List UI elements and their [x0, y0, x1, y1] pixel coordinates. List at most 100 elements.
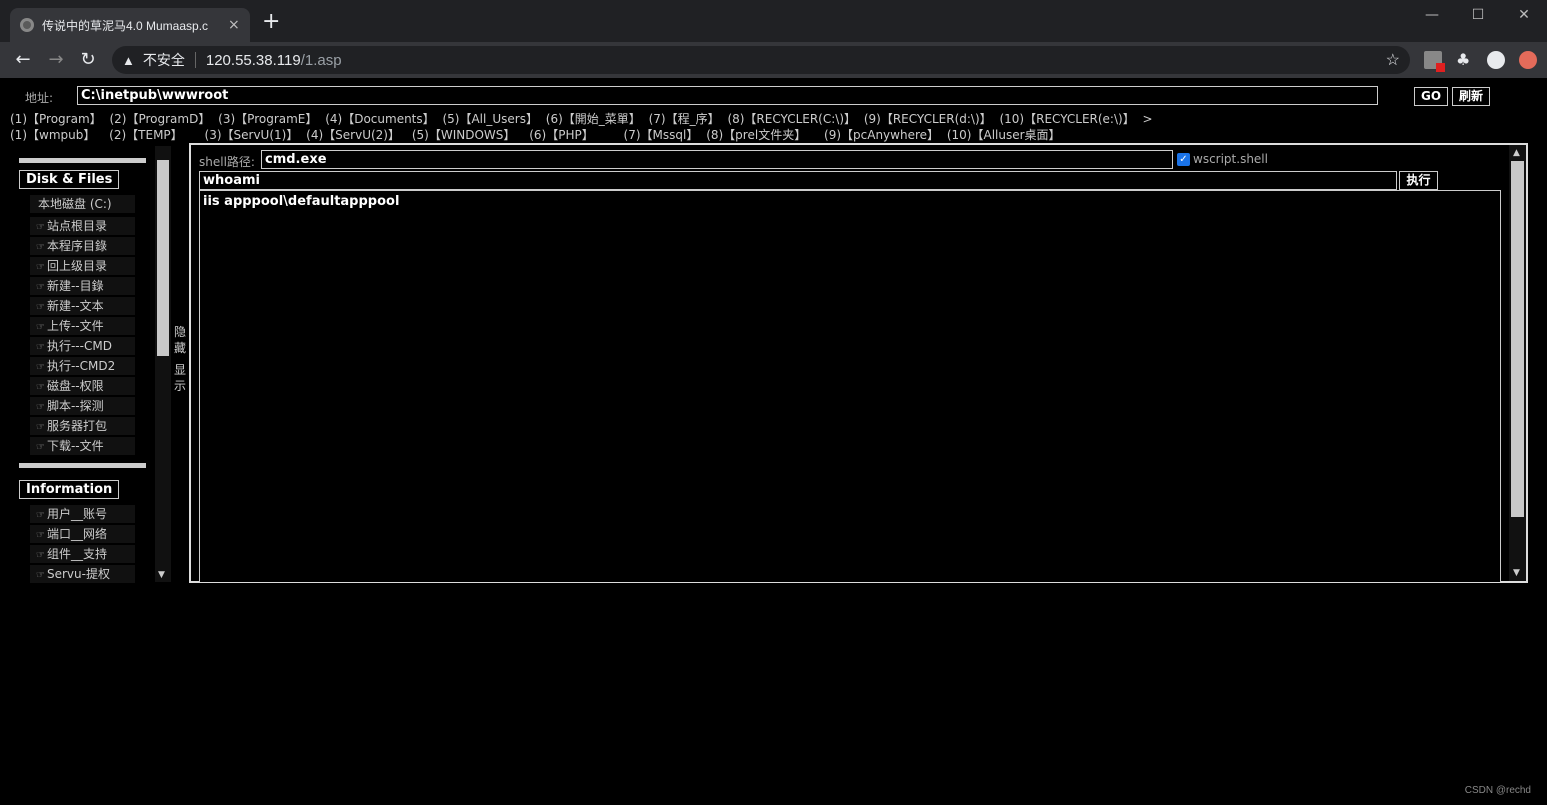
watermark: CSDN @rechd	[1464, 785, 1531, 796]
browser-titlebar: 传说中的草泥马4.0 Mumaasp.c × + — ☐ ✕	[0, 0, 1547, 42]
hide-show-toggle[interactable]: 隐藏 显示	[171, 324, 189, 394]
update-icon[interactable]	[1519, 51, 1537, 69]
drive-link[interactable]: (1)【Program】	[10, 112, 102, 126]
hand-pointer-icon: ☞	[36, 382, 45, 393]
scroll-down-icon[interactable]: ▼	[158, 570, 165, 580]
hand-pointer-icon: ☞	[36, 570, 45, 581]
scrollbar-thumb[interactable]	[157, 160, 169, 356]
execute-button[interactable]: 执行	[1399, 171, 1438, 190]
page-content: 地址: C:\inetpub\wwwroot GO 刷新 (1)【Program…	[0, 78, 1534, 805]
warning-icon: ▲	[122, 52, 135, 68]
divider	[19, 463, 146, 468]
drive-link[interactable]: (7)【程_序】	[649, 112, 720, 126]
drive-link[interactable]: (3)【ProgramE】	[218, 112, 317, 126]
sidebar-item[interactable]: ☞ 新建--文本	[30, 297, 135, 315]
window-close-icon[interactable]: ✕	[1501, 0, 1547, 30]
sidebar-item[interactable]: ☞ 下载--文件	[30, 437, 135, 455]
page-scrollbar[interactable]	[1534, 78, 1547, 805]
sidebar-item[interactable]: ☞ 服务器打包	[30, 417, 135, 435]
shell-path-label: shell路径:	[199, 155, 255, 169]
drive-link[interactable]: (10)【RECYCLER(e:\)】	[999, 112, 1134, 126]
minimize-icon[interactable]: —	[1409, 0, 1455, 30]
hand-pointer-icon: ☞	[36, 242, 45, 253]
section-title-information: Information	[19, 480, 120, 499]
forward-arrow-icon[interactable]: →	[45, 49, 67, 71]
drive-link[interactable]: (6)【開始_菜單】	[546, 112, 641, 126]
drive-link[interactable]: (9)【RECYCLER(d:\)】	[864, 112, 992, 126]
drive-links-row-2: (1)【wmpub】 (2)【TEMP】 (3)【ServU(1)】 (4)【S…	[10, 126, 1065, 143]
omnibox[interactable]: ▲ 不安全 120.55.38.119/1.asp ☆	[112, 46, 1410, 74]
hand-pointer-icon: ☞	[36, 262, 45, 273]
profile-icon[interactable]	[1487, 51, 1505, 69]
drive-link[interactable]: (9)【pcAnywhere】	[824, 128, 939, 142]
insecure-label: 不安全	[142, 52, 185, 68]
scrollbar-thumb[interactable]	[1511, 161, 1524, 517]
sidebar-item[interactable]: ☞ 端口__网络	[30, 525, 135, 543]
drive-link[interactable]: (8)【RECYCLER(C:\)】	[727, 112, 856, 126]
sidebar-item-local-disk[interactable]: 本地磁盘 (C:)	[30, 195, 135, 213]
url-host: 120.55.38.119	[205, 51, 301, 69]
go-button[interactable]: GO	[1414, 87, 1448, 106]
hand-pointer-icon: ☞	[36, 222, 45, 233]
section-title-disk-files: Disk & Files	[19, 170, 120, 189]
sidebar-item[interactable]: ☞ 用户__账号	[30, 505, 135, 523]
drive-link[interactable]: (10)【Alluser桌面】	[947, 128, 1061, 142]
scroll-down-icon[interactable]: ▼	[1513, 568, 1520, 578]
wscript-label: wscript.shell	[1193, 152, 1268, 166]
drive-link-more[interactable]: >	[1143, 112, 1153, 126]
shell-path-input[interactable]: cmd.exe	[261, 150, 1173, 169]
show-label[interactable]: 显示	[174, 362, 186, 394]
drive-link[interactable]: (4)【ServU(2)】	[306, 128, 400, 142]
sidebar-item[interactable]: ☞ 组件__支持	[30, 545, 135, 563]
drive-link[interactable]: (6)【PHP】	[529, 128, 594, 142]
sidebar-item[interactable]: ☞ 执行--CMD2	[30, 357, 135, 375]
drive-link[interactable]: (5)【WINDOWS】	[412, 128, 516, 142]
reload-icon[interactable]: ↻	[77, 49, 99, 71]
hand-pointer-icon: ☞	[36, 442, 45, 453]
sidebar-item[interactable]: ☞ Servu-提权	[30, 565, 135, 583]
refresh-button[interactable]: 刷新	[1452, 87, 1490, 106]
command-output[interactable]: iis apppool\defaultapppool	[199, 190, 1501, 582]
url-path: /1.asp	[300, 51, 342, 69]
command-input[interactable]: whoami	[199, 171, 1397, 190]
drive-link[interactable]: (8)【prel文件夹】	[706, 128, 806, 142]
sidebar-item[interactable]: ☞ 执行---CMD	[30, 337, 135, 355]
address-input[interactable]: C:\inetpub\wwwroot	[77, 86, 1378, 105]
drive-link[interactable]: (3)【ServU(1)】	[205, 128, 299, 142]
close-icon[interactable]: ×	[228, 17, 240, 33]
drive-link[interactable]: (4)【Documents】	[325, 112, 434, 126]
back-arrow-icon[interactable]: ←	[12, 49, 34, 71]
divider	[194, 52, 196, 68]
new-tab-button[interactable]: +	[262, 10, 280, 34]
maximize-icon[interactable]: ☐	[1455, 0, 1501, 30]
hide-label[interactable]: 隐藏	[174, 324, 186, 356]
sidebar-item[interactable]: ☞ 磁盘--权限	[30, 377, 135, 395]
checkmark-icon[interactable]: ✓	[1177, 152, 1190, 166]
drive-link[interactable]: (7)【Mssql】	[624, 128, 699, 142]
address-label: 地址:	[25, 91, 54, 105]
drive-link[interactable]: (2)【ProgramD】	[109, 112, 210, 126]
hand-pointer-icon: ☞	[36, 550, 45, 561]
sidebar-item[interactable]: ☞ 上传--文件	[30, 317, 135, 335]
sidebar-item[interactable]: ☞ 站点根目录	[30, 217, 135, 235]
drive-link[interactable]: (1)【wmpub】	[10, 128, 95, 142]
sidebar-item[interactable]: ☞ 脚本--探测	[30, 397, 135, 415]
sidebar-scrollbar[interactable]: ▼	[155, 146, 171, 582]
wscript-checkbox[interactable]: ✓ wscript.shell	[1177, 152, 1268, 166]
sidebar-item[interactable]: ☞ 新建--目錄	[30, 277, 135, 295]
sidebar-item[interactable]: ☞ 本程序目錄	[30, 237, 135, 255]
hand-pointer-icon: ☞	[36, 302, 45, 313]
divider	[19, 158, 146, 163]
extension-badge-icon[interactable]	[1424, 51, 1445, 72]
drive-link[interactable]: (5)【All_Users】	[442, 112, 537, 126]
sidebar-item[interactable]: ☞ 回上级目录	[30, 257, 135, 275]
drive-links-row-1: (1)【Program】 (2)【ProgramD】 (3)【ProgramE】…	[10, 110, 1157, 127]
hand-pointer-icon: ☞	[36, 402, 45, 413]
scroll-up-icon[interactable]: ▲	[1513, 148, 1520, 158]
drive-link[interactable]: (2)【TEMP】	[109, 128, 183, 142]
browser-tab[interactable]: 传说中的草泥马4.0 Mumaasp.c ×	[10, 8, 250, 42]
content-scrollbar[interactable]: ▲ ▼	[1509, 145, 1526, 581]
star-icon[interactable]: ☆	[1386, 50, 1400, 70]
puzzle-icon[interactable]: ♣	[1456, 51, 1474, 69]
globe-icon	[20, 18, 34, 32]
